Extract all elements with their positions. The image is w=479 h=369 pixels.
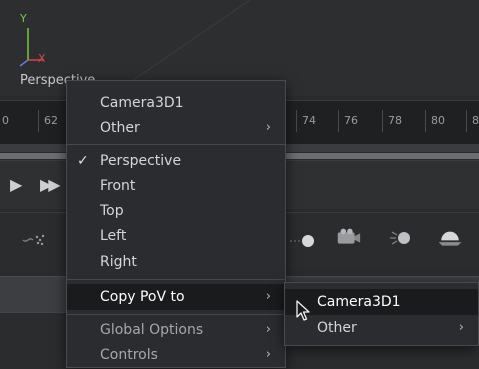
chevron-right-icon: › [265,347,271,362]
chevron-right-icon: › [265,289,271,304]
menu-item-other[interactable]: Other › [67,116,285,140]
menu-item-label: Left [100,228,127,244]
ruler-tick: 74 [296,110,320,132]
ruler-tick: 0 [0,110,20,132]
menu-item-label: Right [100,254,137,270]
camera-icon[interactable] [334,227,362,249]
menu-item-label: Top [100,203,124,219]
play-icon[interactable]: ▶ [10,175,22,194]
ruler-tick: 62 [38,110,62,132]
chevron-right-icon: › [265,120,271,135]
menu-item-copy-pov-to[interactable]: Copy PoV to › [67,284,285,310]
menu-item-label: Front [100,178,136,194]
ruler-tick: 80 [425,110,449,132]
menu-separator [67,314,285,315]
fast-forward-icon[interactable]: ▶▶ [40,175,61,194]
menu-item-right[interactable]: Right [67,250,285,274]
spotlight-icon[interactable] [386,227,414,249]
mouse-pointer-icon [296,300,310,321]
menu-item-camera3d1[interactable]: Camera3D1 [67,91,285,115]
axis-y-label: Y [20,12,27,25]
menu-item-label: Copy PoV to [100,289,185,305]
particles-icon[interactable] [20,229,48,251]
menu-item-label: Perspective [100,153,182,169]
menu-item-left[interactable]: Left [67,224,285,248]
checkmark-icon: ✓ [77,153,89,169]
ambient-light-icon[interactable] [436,225,464,247]
submenu-item-camera3d1[interactable]: Camera3D1 [285,289,478,315]
submenu-item-other[interactable]: Other › [285,315,478,341]
menu-separator [67,279,285,280]
ruler-tick: 78 [382,110,406,132]
menu-item-label: Other [100,120,140,136]
menu-item-perspective[interactable]: ✓ Perspective [67,149,285,173]
menu-item-front[interactable]: Front [67,174,285,198]
context-menu: Camera3D1 Other › ✓ Perspective Front To… [66,80,286,368]
ruler-tick: 76 [338,110,362,132]
menu-item-global-options[interactable]: Global Options › [67,318,285,342]
copy-pov-submenu: Camera3D1 Other › [284,282,479,346]
menu-separator [67,144,285,145]
chevron-right-icon: › [458,320,464,335]
axis-x-label: X [38,52,46,65]
chevron-right-icon: › [265,322,271,337]
menu-item-controls[interactable]: Controls › [67,343,285,367]
ruler-tick: 8 [466,110,479,132]
point-light-icon[interactable] [288,229,316,251]
menu-item-label: Camera3D1 [100,95,184,111]
menu-item-label: Controls [100,347,158,363]
menu-item-label: Global Options [100,322,204,338]
menu-item-label: Other [317,320,357,336]
menu-item-top[interactable]: Top [67,199,285,223]
menu-item-label: Camera3D1 [317,294,401,310]
